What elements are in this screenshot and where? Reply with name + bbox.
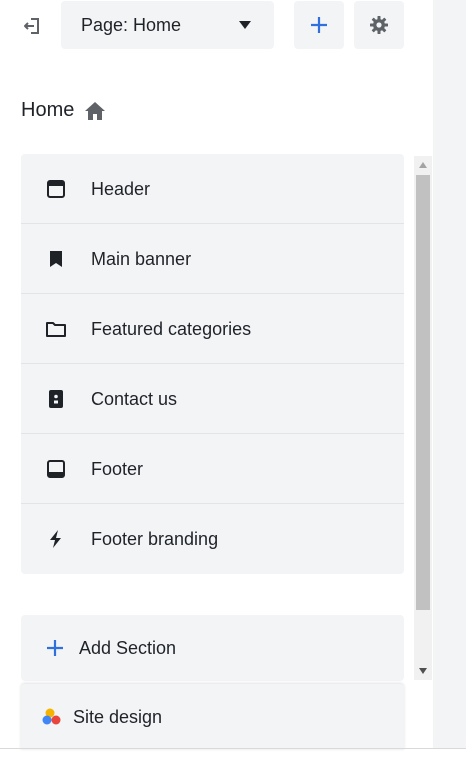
scrollbar-thumb[interactable]	[416, 175, 430, 610]
section-list: Header Main banner Featured categories C…	[21, 154, 404, 574]
triangle-down-icon	[419, 668, 427, 674]
page-select-label: Page: Home	[81, 14, 182, 35]
bottom-divider	[0, 748, 466, 749]
scrollbar[interactable]	[414, 156, 432, 680]
section-item-label: Footer branding	[91, 528, 219, 549]
site-design-label: Site design	[73, 706, 163, 727]
caret-down-icon	[239, 21, 251, 29]
page-title: Home	[21, 99, 106, 122]
site-design-button[interactable]: Site design	[21, 684, 404, 750]
palette-dots-icon	[42, 708, 61, 725]
section-item-footer[interactable]: Footer	[21, 434, 404, 504]
page-select[interactable]: Page: Home	[61, 1, 274, 49]
section-item-featured-categories[interactable]: Featured categories	[21, 294, 404, 364]
section-item-label: Main banner	[91, 248, 192, 269]
scroll-down-arrow[interactable]	[414, 662, 432, 680]
section-item-footer-branding[interactable]: Footer branding	[21, 504, 404, 574]
plus-icon	[47, 640, 63, 656]
bookmark-icon	[50, 251, 62, 267]
lightning-icon	[50, 530, 61, 548]
section-item-label: Header	[91, 178, 151, 199]
add-section-label: Add Section	[79, 637, 177, 658]
section-item-label: Contact us	[91, 388, 178, 409]
add-page-button[interactable]	[294, 1, 344, 49]
add-section-button[interactable]: Add Section	[21, 615, 404, 681]
exit-button[interactable]	[18, 12, 46, 40]
section-item-main-banner[interactable]: Main banner	[21, 224, 404, 294]
triangle-up-icon	[419, 162, 427, 168]
section-item-label: Footer	[91, 458, 144, 479]
folder-icon	[46, 322, 66, 337]
gear-icon	[370, 16, 388, 34]
settings-button[interactable]	[354, 1, 404, 49]
home-icon	[85, 101, 106, 120]
header-layout-icon	[47, 180, 65, 198]
section-item-label: Featured categories	[91, 318, 252, 339]
editor-panel: Page: Home Home Header Main banner Featu…	[0, 0, 433, 750]
footer-layout-icon	[47, 460, 65, 478]
section-item-header[interactable]: Header	[21, 154, 404, 224]
page-title-text: Home	[21, 99, 75, 121]
scroll-up-arrow[interactable]	[414, 156, 432, 174]
plus-icon	[311, 17, 327, 33]
right-gutter	[433, 0, 466, 748]
contact-card-icon	[49, 390, 63, 408]
exit-icon	[24, 18, 39, 34]
section-item-contact-us[interactable]: Contact us	[21, 364, 404, 434]
